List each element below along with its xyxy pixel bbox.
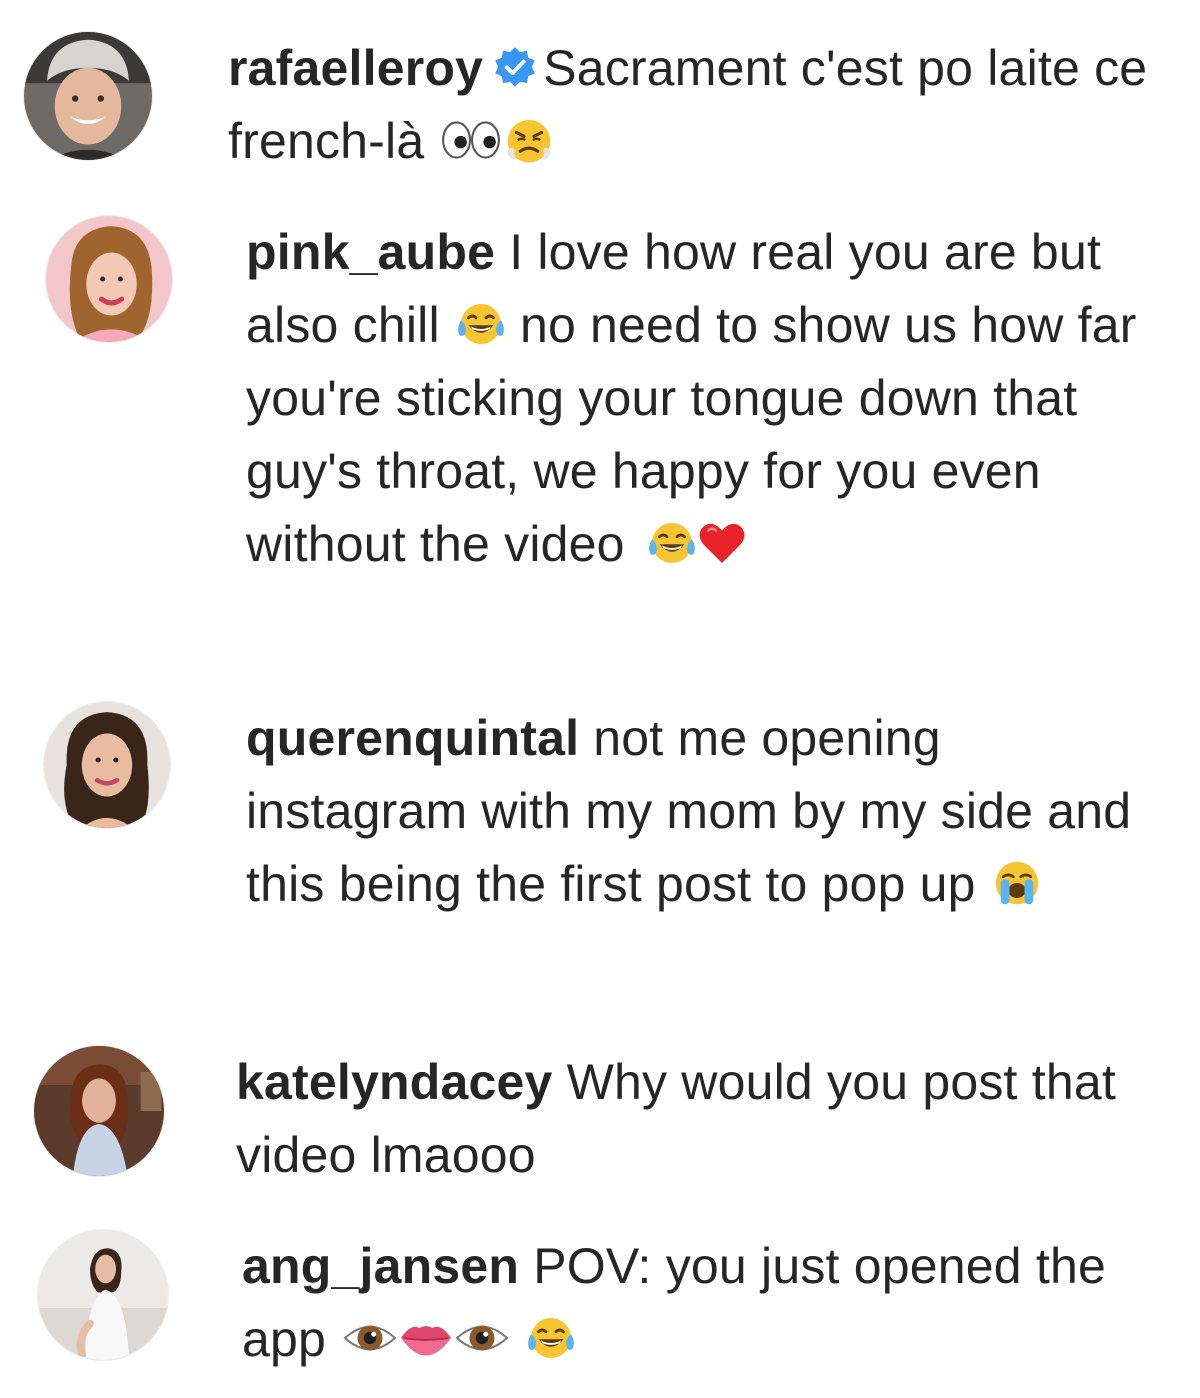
loudly-crying-emoji-icon: [992, 858, 1042, 908]
comment-username[interactable]: querenquintal: [246, 710, 579, 766]
avatar[interactable]: [24, 32, 152, 160]
tears-of-joy-emoji-icon: [526, 1313, 576, 1363]
eye-emoji-icon: [454, 1313, 510, 1363]
avatar[interactable]: [38, 1230, 168, 1360]
eyes-emoji-icon: [440, 115, 502, 165]
comment-username[interactable]: katelyndacey: [236, 1054, 553, 1110]
avatar[interactable]: [46, 216, 172, 342]
comment-body: rafaelleroy Sacrament c'est po laite ce f…: [228, 32, 1168, 178]
comment-username[interactable]: ang_jansen: [242, 1238, 519, 1294]
comment-body: querenquintal not me opening instagram w…: [246, 702, 1176, 921]
face-with-steam-emoji-icon: [504, 115, 554, 165]
comment-username[interactable]: rafaelleroy: [228, 40, 483, 96]
avatar[interactable]: [44, 702, 170, 828]
lips-emoji-icon: [398, 1313, 454, 1363]
red-heart-emoji-icon: [697, 518, 747, 568]
comment-body: pink_aube I love how real you are but al…: [246, 216, 1166, 581]
verified-badge-icon: [493, 46, 537, 90]
tears-of-joy-emoji-icon: [456, 299, 506, 349]
tears-of-joy-emoji-icon: [647, 518, 697, 568]
comment-body: ang_jansen POV: you just opened the app: [242, 1230, 1172, 1376]
comment-body: katelyndacey Why would you post that vid…: [236, 1046, 1166, 1192]
comment-username[interactable]: pink_aube: [246, 224, 495, 280]
eye-emoji-icon: [342, 1313, 398, 1363]
avatar[interactable]: [34, 1046, 164, 1176]
